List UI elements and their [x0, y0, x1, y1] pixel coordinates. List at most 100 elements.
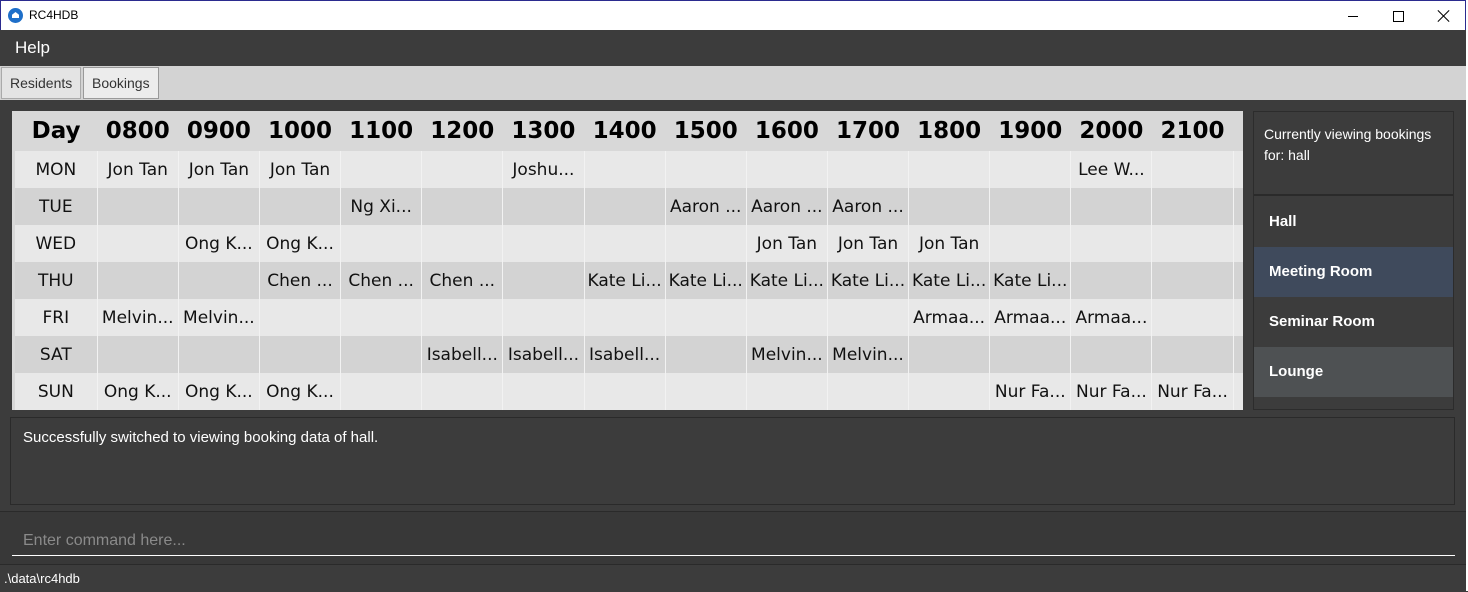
booking-cell: [827, 373, 910, 410]
day-cell: SUN: [15, 373, 98, 410]
table-row: SAT Isabell... Isabell... Isabell... Melvin.…: [15, 336, 1243, 373]
booking-cell: Aaron ...: [827, 188, 910, 225]
booking-cell: Nur Fa...: [1070, 373, 1153, 410]
booking-cell: [421, 299, 504, 336]
booking-cell: Aaron ...: [746, 188, 828, 225]
booking-cell: [989, 151, 1072, 188]
time-column-header: 1700: [827, 111, 909, 151]
maximize-button[interactable]: [1375, 1, 1421, 31]
table-row: FRI Melvin... Melvin... Armaa... Armaa... Arm…: [15, 299, 1243, 336]
time-column-header: 1500: [665, 111, 747, 151]
booking-cell: [989, 225, 1072, 262]
booking-cell: [97, 336, 179, 373]
booking-cell: [1233, 188, 1243, 225]
result-display: Successfully switched to viewing booking…: [10, 417, 1455, 505]
close-button[interactable]: [1421, 1, 1467, 31]
booking-cell: [1070, 262, 1153, 299]
day-cell: TUE: [15, 188, 98, 225]
booking-cell: [1233, 373, 1243, 410]
booking-cell: [97, 262, 179, 299]
result-message: Successfully switched to viewing booking…: [23, 429, 379, 446]
venue-item-seminar-room[interactable]: Seminar Room: [1254, 297, 1453, 347]
booking-cell: Kate Li...: [908, 262, 991, 299]
booking-cell: [421, 151, 504, 188]
time-column-header: 0800: [97, 111, 179, 151]
venue-sidebar: Currently viewing bookings for: hall Hal…: [1253, 111, 1454, 410]
booking-cell: [827, 299, 910, 336]
table-row: WED Ong K... Ong K... Jon Tan Jon Tan Jon Tan: [15, 225, 1243, 262]
booking-cell: Isabell...: [502, 336, 585, 373]
booking-cell: [178, 188, 260, 225]
time-column-header: 2100: [1151, 111, 1234, 151]
time-column-header: 1400: [584, 111, 666, 151]
booking-cell: [908, 373, 991, 410]
time-column-header: 1600: [746, 111, 828, 151]
booking-cell: [97, 188, 179, 225]
title-bar: RC4HDB: [0, 0, 1466, 30]
booking-cell: [1151, 225, 1234, 262]
booking-cell: [502, 373, 585, 410]
data-file-path: .\data\rc4hdb: [4, 571, 80, 586]
command-input[interactable]: [12, 526, 1455, 556]
time-column-header: 1100: [340, 111, 422, 151]
time-column-header: 2: [1233, 111, 1243, 151]
day-column-header: Day: [15, 111, 98, 151]
booking-cell: [178, 262, 260, 299]
tab-bar: Residents Bookings: [0, 66, 1466, 100]
booking-cell: Jon Tan: [97, 151, 179, 188]
booking-cell: Kate Li...: [989, 262, 1072, 299]
day-cell: THU: [15, 262, 98, 299]
time-column-header: 1800: [908, 111, 990, 151]
booking-cell: Chen ...: [340, 262, 423, 299]
close-icon: [1438, 10, 1450, 22]
booking-cell: Melvin...: [178, 299, 260, 336]
minimize-button[interactable]: [1330, 1, 1376, 31]
booking-cell: [340, 373, 423, 410]
booking-cell: [1151, 151, 1234, 188]
time-column-header: 0900: [178, 111, 260, 151]
booking-cell: Kate Li...: [827, 262, 910, 299]
booking-cell: [1151, 299, 1234, 336]
venue-item-hall[interactable]: Hall: [1254, 197, 1453, 247]
booking-cell: Melvin...: [97, 299, 179, 336]
booking-cell: [1233, 299, 1243, 336]
venue-label: Hall: [1269, 213, 1297, 230]
booking-cell: Chen ...: [421, 262, 504, 299]
time-column-header: 1200: [421, 111, 503, 151]
booking-cell: Ong K...: [259, 225, 342, 262]
booking-cell: [746, 373, 828, 410]
tab-bookings[interactable]: Bookings: [83, 67, 159, 99]
booking-cell: [584, 188, 666, 225]
day-cell: MON: [15, 151, 98, 188]
booking-cell: [502, 225, 585, 262]
table-row: THU Chen ... Chen ... Chen ... Kate Li... Kat…: [15, 262, 1243, 299]
booking-cell: [665, 373, 747, 410]
booking-cell: Jon Tan: [259, 151, 342, 188]
venue-item-meeting-room[interactable]: Meeting Room: [1254, 247, 1453, 297]
booking-cell: Armaa...: [1070, 299, 1153, 336]
booking-cell: Joshu...: [502, 151, 585, 188]
booking-cell: [259, 299, 342, 336]
booking-cell: Ong K...: [178, 373, 260, 410]
tab-residents[interactable]: Residents: [1, 67, 82, 99]
booking-cell: [746, 151, 828, 188]
booking-cell: Armaa...: [908, 299, 991, 336]
maximize-icon: [1392, 10, 1404, 22]
booking-cell: [259, 336, 342, 373]
time-column-header: 1000: [259, 111, 341, 151]
bookings-table-panel: Day 0800 0900 1000 1100 1200 1300 1400 1500 1600 1…: [12, 111, 1243, 410]
booking-cell: [259, 188, 342, 225]
booking-cell: [989, 188, 1072, 225]
booking-cell: [584, 151, 666, 188]
venue-label: Meeting Room: [1269, 263, 1373, 280]
booking-cell: Kate Li...: [665, 262, 747, 299]
booking-cell: [502, 262, 585, 299]
venue-item-lounge[interactable]: Lounge: [1254, 347, 1453, 397]
booking-cell: [1151, 262, 1234, 299]
minimize-icon: [1348, 15, 1358, 17]
booking-cell: [908, 151, 991, 188]
menu-help[interactable]: Help: [15, 38, 50, 58]
booking-cell: Lee W...: [1070, 151, 1153, 188]
booking-cell: Isabell...: [584, 336, 666, 373]
time-column-header: 2000: [1070, 111, 1152, 151]
